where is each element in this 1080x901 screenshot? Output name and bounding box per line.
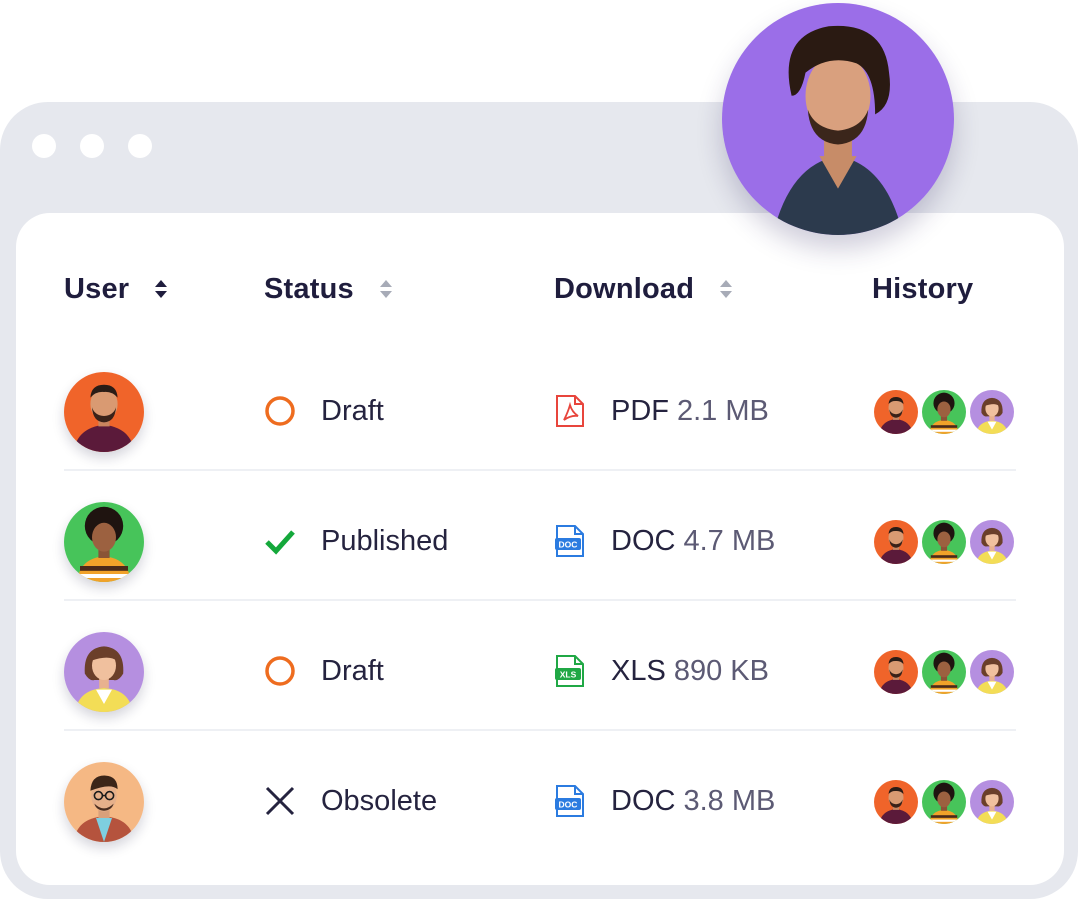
file-size: 4.7 MB <box>683 524 776 557</box>
history-avatar[interactable] <box>920 778 968 826</box>
history-avatar[interactable] <box>872 388 920 436</box>
history-avatar[interactable] <box>872 518 920 566</box>
history-avatars <box>872 648 1018 696</box>
sort-icon[interactable] <box>153 277 169 301</box>
history-avatar[interactable] <box>920 648 968 696</box>
file-size: 3.8 MB <box>683 784 776 817</box>
history-avatar[interactable] <box>920 388 968 436</box>
sort-icon[interactable] <box>378 277 394 301</box>
sort-icon[interactable] <box>718 277 734 301</box>
current-user-avatar[interactable] <box>722 3 954 235</box>
user-avatar[interactable] <box>64 632 144 712</box>
history-avatar[interactable] <box>968 518 1016 566</box>
history-avatars <box>872 518 1018 566</box>
user-avatar[interactable] <box>64 762 144 842</box>
user-avatar[interactable] <box>64 372 144 452</box>
file-type: PDF <box>611 394 669 427</box>
column-header-label: History <box>872 272 974 305</box>
history-avatar[interactable] <box>872 648 920 696</box>
doc-file-icon: DOC <box>555 525 584 557</box>
table-row[interactable]: Obsolete DOC DOC 3.8 MB <box>64 731 1016 861</box>
user-avatar[interactable] <box>64 502 144 582</box>
history-avatar[interactable] <box>968 388 1016 436</box>
file-size: 2.1 MB <box>677 394 769 427</box>
file-type: XLS <box>611 654 666 687</box>
checkmark-icon <box>265 530 295 555</box>
file-size: 890 KB <box>673 654 769 687</box>
file-type: DOC <box>611 784 676 817</box>
history-avatar[interactable] <box>920 518 968 566</box>
window-dot-icon[interactable] <box>32 134 56 158</box>
window-dot-icon[interactable] <box>80 134 104 158</box>
table-row[interactable]: Published DOC DOC 4.7 MB <box>64 471 1016 601</box>
status-label: Published <box>321 524 449 557</box>
column-header-label: User <box>64 272 130 305</box>
svg-text:XLS: XLS <box>560 670 577 680</box>
pdf-file-icon <box>556 395 584 427</box>
status-cell: Published <box>264 519 448 563</box>
status-cell: Draft <box>264 649 384 693</box>
xls-file-icon: XLS <box>555 655 584 687</box>
column-header-label: Status <box>264 272 354 305</box>
download-link[interactable]: PDF 2.1 MB <box>554 389 769 433</box>
table-row[interactable]: Draft XLS XLS 890 KB <box>64 601 1016 731</box>
download-link[interactable]: DOC DOC 3.8 MB <box>554 779 775 823</box>
history-avatars <box>872 778 1018 826</box>
status-label: Draft <box>321 394 384 427</box>
svg-text:DOC: DOC <box>559 540 578 550</box>
doc-file-icon: DOC <box>555 785 584 817</box>
download-link[interactable]: XLS XLS 890 KB <box>554 649 769 693</box>
status-cell: Draft <box>264 389 384 433</box>
status-label: Draft <box>321 654 384 687</box>
circle-outline-icon <box>265 396 295 426</box>
window-controls <box>32 134 152 158</box>
svg-text:DOC: DOC <box>559 800 578 810</box>
x-mark-icon <box>265 786 295 816</box>
history-avatar[interactable] <box>968 778 1016 826</box>
history-avatar[interactable] <box>968 648 1016 696</box>
circle-outline-icon <box>265 656 295 686</box>
history-avatar[interactable] <box>872 778 920 826</box>
status-label: Obsolete <box>321 784 438 817</box>
column-header-history: History <box>872 272 973 306</box>
column-header-user[interactable]: User <box>64 272 169 306</box>
column-header-download[interactable]: Download <box>554 272 734 306</box>
download-link[interactable]: DOC DOC 4.7 MB <box>554 519 775 563</box>
table-row[interactable]: Draft PDF 2.1 MB <box>64 341 1016 471</box>
status-cell: Obsolete <box>264 779 437 823</box>
column-header-label: Download <box>554 272 695 305</box>
window-dot-icon[interactable] <box>128 134 152 158</box>
column-header-status[interactable]: Status <box>264 272 394 306</box>
file-type: DOC <box>611 524 676 557</box>
history-avatars <box>872 388 1018 436</box>
